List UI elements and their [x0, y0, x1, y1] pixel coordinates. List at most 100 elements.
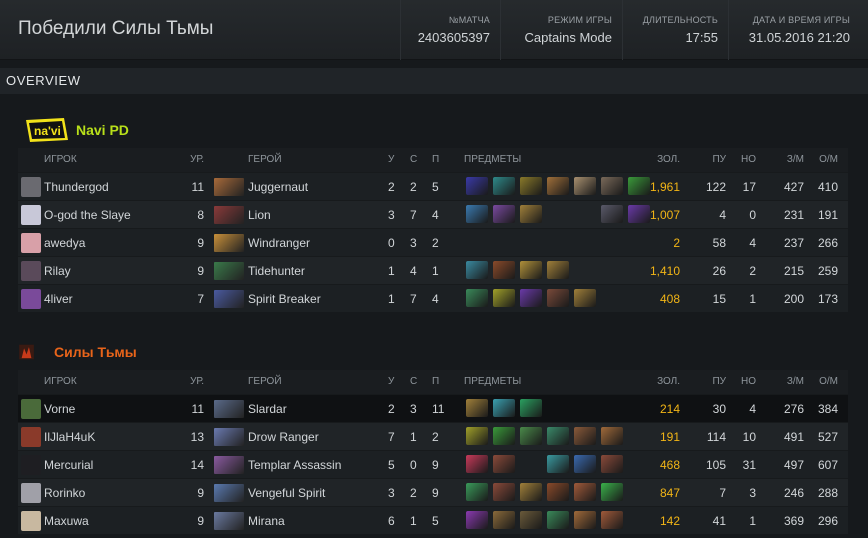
item-icon[interactable] — [466, 511, 488, 529]
item-icon[interactable] — [466, 455, 488, 473]
player-name[interactable]: awedya — [44, 236, 85, 250]
item-icon[interactable] — [628, 205, 650, 223]
item-icon[interactable] — [574, 427, 596, 445]
player-name[interactable]: IlJlaH4uK — [44, 430, 95, 444]
hero-name[interactable]: Drow Ranger — [248, 430, 319, 444]
player-row[interactable]: awedya 9 Windranger 0 3 2 2 58 4 237 266 — [18, 228, 848, 256]
player-avatar[interactable] — [21, 399, 41, 419]
hero-portrait-icon[interactable] — [214, 484, 244, 502]
item-icon[interactable] — [574, 511, 596, 529]
player-avatar[interactable] — [21, 261, 41, 281]
player-name[interactable]: Vorne — [44, 402, 75, 416]
column-header-items[interactable]: ПРЕДМЕТЫ — [464, 376, 521, 387]
hero-name[interactable]: Slardar — [248, 402, 287, 416]
player-avatar[interactable] — [21, 483, 41, 503]
player-row[interactable]: Thundergod 11 Juggernaut 2 2 5 1,961 122 17 427 41… — [18, 172, 848, 200]
column-header-kills[interactable]: У — [388, 154, 394, 165]
item-icon[interactable] — [466, 177, 488, 195]
item-icon[interactable] — [601, 427, 623, 445]
player-row[interactable]: Rilay 9 Tidehunter 1 4 1 1,410 26 2 215 259 — [18, 256, 848, 284]
item-icon[interactable] — [493, 427, 515, 445]
hero-name[interactable]: Templar Assassin — [248, 458, 341, 472]
player-avatar[interactable] — [21, 427, 41, 447]
item-icon[interactable] — [601, 455, 623, 473]
hero-portrait-icon[interactable] — [214, 234, 244, 252]
item-icon[interactable] — [520, 399, 542, 417]
column-header-level[interactable]: УР. — [168, 376, 204, 387]
overview-tab[interactable]: OVERVIEW — [0, 68, 868, 94]
column-header-level[interactable]: УР. — [168, 154, 204, 165]
column-header-player[interactable]: ИГРОК — [44, 376, 77, 387]
item-icon[interactable] — [520, 289, 542, 307]
item-icon[interactable] — [601, 205, 623, 223]
item-icon[interactable] — [547, 511, 569, 529]
column-header-hero[interactable]: ГЕРОЙ — [248, 154, 282, 165]
column-header-gold[interactable]: ЗОЛ. — [628, 154, 680, 165]
hero-name[interactable]: Windranger — [248, 236, 310, 250]
hero-name[interactable]: Mirana — [248, 514, 285, 528]
item-icon[interactable] — [520, 205, 542, 223]
item-icon[interactable] — [601, 177, 623, 195]
item-icon[interactable] — [574, 177, 596, 195]
hero-name[interactable]: Tidehunter — [248, 264, 305, 278]
hero-portrait-icon[interactable] — [214, 206, 244, 224]
player-name[interactable]: Rorinko — [44, 486, 85, 500]
item-icon[interactable] — [493, 289, 515, 307]
item-icon[interactable] — [547, 289, 569, 307]
item-icon[interactable] — [493, 205, 515, 223]
item-icon[interactable] — [547, 261, 569, 279]
item-icon[interactable] — [547, 483, 569, 501]
hero-portrait-icon[interactable] — [214, 400, 244, 418]
player-row[interactable]: IlJlaH4uK 13 Drow Ranger 7 1 2 191 114 10 491 527 — [18, 422, 848, 450]
column-header-xpm[interactable]: О/М — [788, 154, 838, 165]
column-header-denies[interactable]: НО — [718, 376, 756, 387]
column-header-xpm[interactable]: О/М — [788, 376, 838, 387]
player-avatar[interactable] — [21, 205, 41, 225]
item-icon[interactable] — [466, 205, 488, 223]
hero-name[interactable]: Vengeful Spirit — [248, 486, 325, 500]
player-avatar[interactable] — [21, 289, 41, 309]
player-name[interactable]: Mercurial — [44, 458, 93, 472]
player-name[interactable]: 4liver — [44, 292, 73, 306]
item-icon[interactable] — [520, 427, 542, 445]
item-icon[interactable] — [493, 511, 515, 529]
item-icon[interactable] — [574, 483, 596, 501]
item-icon[interactable] — [520, 483, 542, 501]
item-icon[interactable] — [601, 511, 623, 529]
hero-portrait-icon[interactable] — [214, 456, 244, 474]
item-icon[interactable] — [466, 399, 488, 417]
player-row[interactable]: Mercurial 14 Templar Assassin 5 0 9 468 105 31 49… — [18, 450, 848, 478]
column-header-deaths[interactable]: С — [410, 376, 417, 387]
player-row[interactable]: 4liver 7 Spirit Breaker 1 7 4 408 15 1 200 173 — [18, 284, 848, 312]
item-icon[interactable] — [520, 511, 542, 529]
column-header-items[interactable]: ПРЕДМЕТЫ — [464, 154, 521, 165]
item-icon[interactable] — [493, 177, 515, 195]
hero-portrait-icon[interactable] — [214, 290, 244, 308]
column-header-gold[interactable]: ЗОЛ. — [628, 376, 680, 387]
player-name[interactable]: Thundergod — [44, 180, 109, 194]
item-icon[interactable] — [466, 427, 488, 445]
player-avatar[interactable] — [21, 233, 41, 253]
player-row[interactable]: O-god the Slaye 8 Lion 3 7 4 1,007 4 0 231 191 — [18, 200, 848, 228]
item-icon[interactable] — [493, 455, 515, 473]
player-name[interactable]: O-god the Slaye — [44, 208, 131, 222]
player-row[interactable]: Rorinko 9 Vengeful Spirit 3 2 9 847 7 3 246 288 — [18, 478, 848, 506]
player-avatar[interactable] — [21, 177, 41, 197]
player-row[interactable]: Maxuwa 9 Mirana 6 1 5 142 41 1 369 296 — [18, 506, 848, 534]
player-name[interactable]: Rilay — [44, 264, 71, 278]
column-header-hero[interactable]: ГЕРОЙ — [248, 376, 282, 387]
player-avatar[interactable] — [21, 511, 41, 531]
item-icon[interactable] — [547, 455, 569, 473]
hero-portrait-icon[interactable] — [214, 178, 244, 196]
column-header-assists[interactable]: П — [432, 154, 439, 165]
hero-portrait-icon[interactable] — [214, 262, 244, 280]
item-icon[interactable] — [466, 483, 488, 501]
item-icon[interactable] — [547, 177, 569, 195]
item-icon[interactable] — [574, 455, 596, 473]
item-icon[interactable] — [574, 289, 596, 307]
hero-name[interactable]: Juggernaut — [248, 180, 308, 194]
item-icon[interactable] — [547, 427, 569, 445]
player-name[interactable]: Maxuwa — [44, 514, 89, 528]
hero-name[interactable]: Lion — [248, 208, 271, 222]
item-icon[interactable] — [493, 399, 515, 417]
